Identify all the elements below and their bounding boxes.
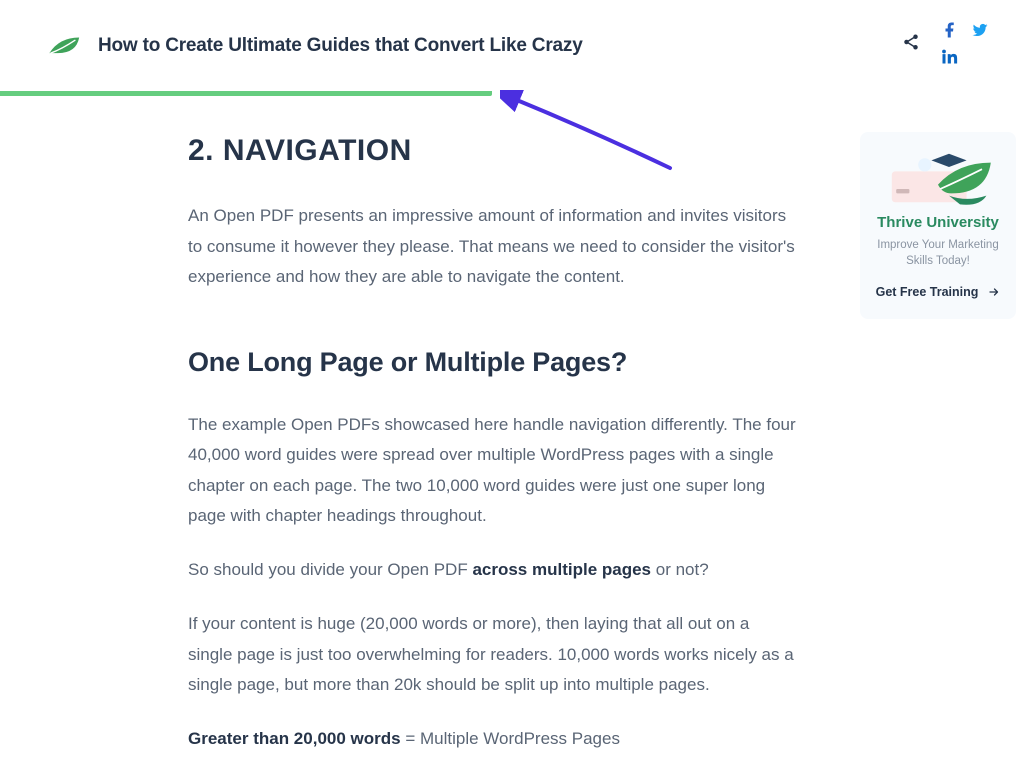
facebook-icon[interactable]	[940, 20, 960, 40]
text-strong: across multiple pages	[472, 560, 651, 579]
page-title: How to Create Ultimate Guides that Conve…	[98, 35, 583, 57]
text-run: = Multiple WordPress Pages	[401, 729, 620, 748]
subsection-heading: One Long Page or Multiple Pages?	[188, 338, 798, 386]
linkedin-icon[interactable]	[940, 46, 960, 66]
leaf-logo-icon	[48, 34, 82, 58]
text-strong: Greater than 20,000 words	[188, 729, 401, 748]
promo-card-title: Thrive University	[872, 214, 1004, 231]
reading-progress-track	[0, 91, 1024, 96]
twitter-icon[interactable]	[970, 20, 990, 40]
promo-card-cta-button[interactable]: Get Free Training	[876, 285, 1001, 299]
paragraph: Greater than 20,000 words = Multiple Wor…	[188, 724, 798, 754]
text-run: or not?	[651, 560, 709, 579]
article-content: 2. NAVIGATION An Open PDF presents an im…	[188, 124, 798, 778]
cta-label: Get Free Training	[876, 285, 979, 299]
page-body: 2. NAVIGATION An Open PDF presents an im…	[0, 92, 1024, 778]
paragraph: If your content is huge (20,000 words or…	[188, 609, 798, 700]
paragraph: So should you divide your Open PDF acros…	[188, 555, 798, 585]
paragraph: The example Open PDFs showcased here han…	[188, 410, 798, 531]
promo-card: Thrive University Improve Your Marketing…	[860, 132, 1016, 319]
share-region	[902, 20, 990, 66]
reading-progress-fill	[0, 91, 492, 96]
section-heading: 2. NAVIGATION	[188, 124, 798, 177]
share-icon[interactable]	[902, 33, 920, 56]
promo-card-subtitle: Improve Your Marketing Skills Today!	[872, 237, 1004, 269]
paragraph: An Open PDF presents an impressive amoun…	[188, 201, 798, 292]
text-run: So should you divide your Open PDF	[188, 560, 472, 579]
sticky-header: How to Create Ultimate Guides that Conve…	[0, 0, 1024, 92]
arrow-right-icon	[988, 286, 1000, 298]
promo-card-illustration-icon	[872, 148, 1004, 206]
